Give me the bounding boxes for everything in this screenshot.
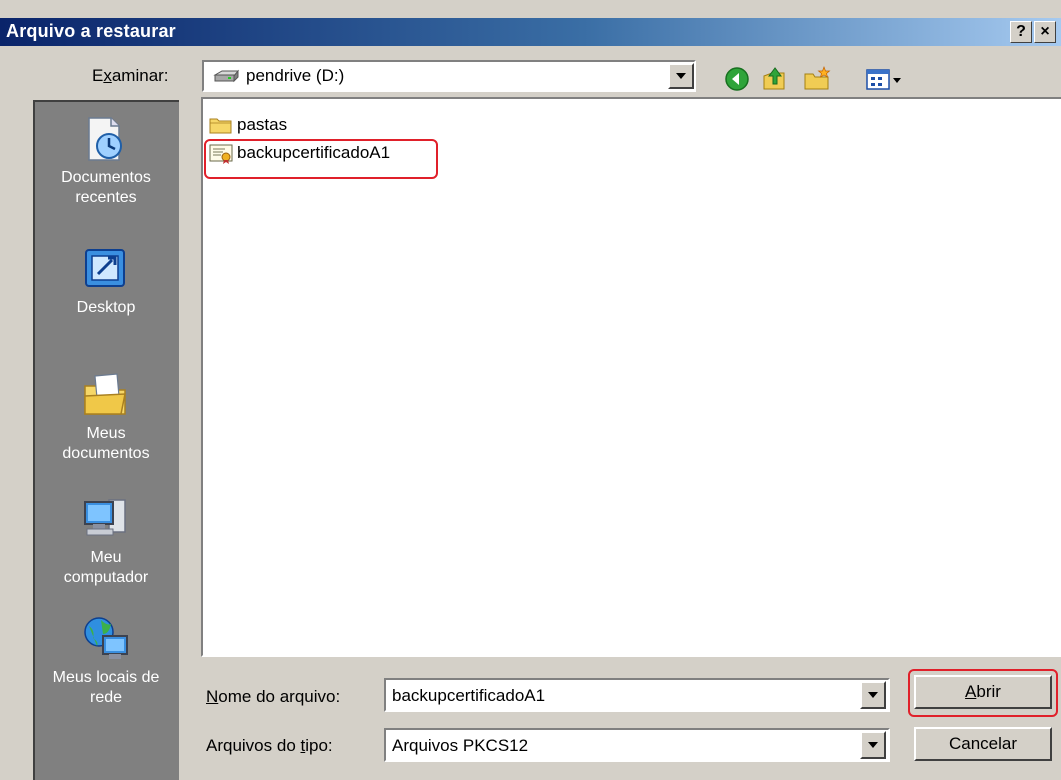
filename-combo[interactable]: backupcertificadoA1 xyxy=(384,678,890,712)
place-label: computador xyxy=(63,569,149,586)
file-name: pastas xyxy=(237,115,288,134)
open-file-dialog: Arquivo a restaurar ? × Examinar: pendri… xyxy=(0,0,1061,780)
place-my-computer[interactable]: Meu computador xyxy=(35,494,177,588)
place-desktop[interactable]: Desktop xyxy=(35,244,177,318)
view-menu-icon[interactable] xyxy=(864,64,904,94)
place-network-places[interactable]: Meus locais de rede xyxy=(35,614,177,708)
title-bar[interactable]: Arquivo a restaurar ? × xyxy=(0,18,1061,46)
folder-icon xyxy=(209,118,232,134)
place-label: Meus xyxy=(86,425,126,442)
filename-label: Nome do arquivo: xyxy=(206,687,341,706)
network-places-icon xyxy=(84,617,128,659)
file-highlight xyxy=(204,139,438,179)
up-folder-icon[interactable] xyxy=(760,64,790,94)
recent-documents-icon xyxy=(88,117,122,161)
place-label: Documentos xyxy=(61,169,151,186)
new-folder-icon[interactable] xyxy=(802,64,832,94)
cancel-button[interactable]: Cancelar xyxy=(914,727,1052,761)
look-in-dropdown-button[interactable] xyxy=(668,63,694,89)
place-label: Desktop xyxy=(76,299,136,316)
filetype-label: Arquivos do tipo: xyxy=(206,736,333,755)
my-computer-icon xyxy=(84,499,126,536)
close-button[interactable]: × xyxy=(1034,21,1056,43)
help-button[interactable]: ? xyxy=(1010,21,1032,43)
look-in-label: Examinar: xyxy=(92,66,169,85)
drive-icon xyxy=(213,69,240,83)
look-in-combo[interactable]: pendrive (D:) xyxy=(202,60,696,92)
place-label: Meus locais de xyxy=(52,669,160,686)
desktop-icon xyxy=(85,249,125,287)
filetype-combo[interactable]: Arquivos PKCS12 xyxy=(384,728,890,762)
dialog-title: Arquivo a restaurar xyxy=(6,21,176,41)
place-label: documentos xyxy=(62,445,150,462)
place-label: Meu xyxy=(90,549,122,566)
list-item[interactable]: pastas xyxy=(209,113,329,137)
filename-dropdown-button[interactable] xyxy=(860,681,886,709)
filetype-dropdown-button[interactable] xyxy=(860,731,886,759)
filename-value: backupcertificadoA1 xyxy=(392,686,546,705)
back-icon[interactable] xyxy=(722,64,752,94)
places-bar: Documentos recentes Desktop Meus documen… xyxy=(33,100,179,780)
place-my-documents[interactable]: Meus documentos xyxy=(35,370,177,464)
open-button-highlight xyxy=(908,669,1058,717)
my-documents-icon xyxy=(84,373,126,415)
file-list[interactable]: pastas backupcertificadoA1 xyxy=(201,97,1061,657)
place-label: recentes xyxy=(75,189,137,206)
look-in-value: pendrive (D:) xyxy=(246,66,345,85)
filetype-value: Arquivos PKCS12 xyxy=(392,736,529,755)
place-label: rede xyxy=(89,689,123,706)
place-recent-documents[interactable]: Documentos recentes xyxy=(35,114,177,208)
